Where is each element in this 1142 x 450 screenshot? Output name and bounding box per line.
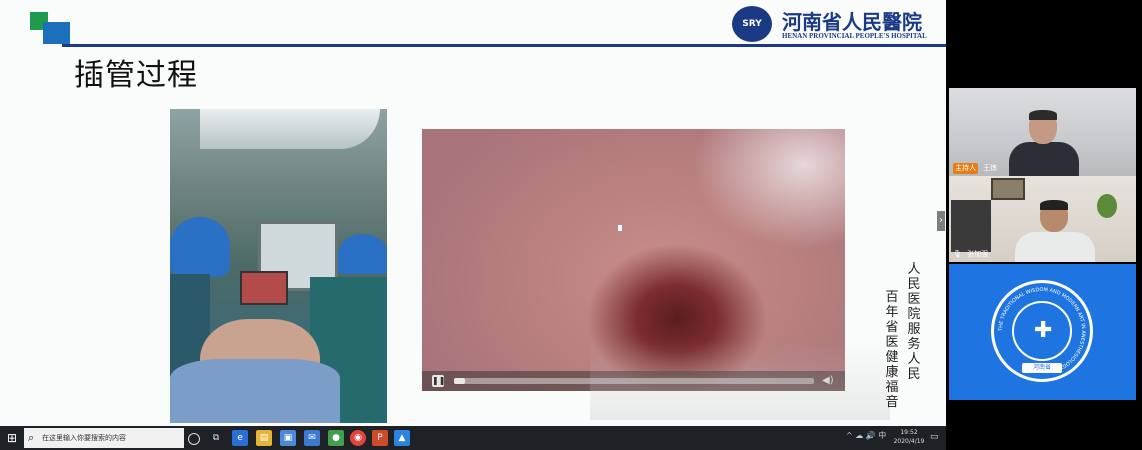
hospital-name-cn: 河南省人民醫院: [782, 10, 922, 34]
plant: [1097, 194, 1117, 218]
mail-icon[interactable]: ✉: [304, 430, 320, 446]
host-label: 主持人 王炼: [953, 163, 997, 174]
clock-date: 2020/4/19: [893, 438, 925, 445]
store-icon[interactable]: ▣: [280, 430, 296, 446]
search-icon: ⌕: [28, 431, 35, 444]
microphone-icon: 🎙: [953, 250, 962, 258]
participant-video: [1015, 200, 1095, 262]
participant-tile-host[interactable]: 主持人 王炼: [949, 88, 1136, 176]
notification-icon[interactable]: ▭: [930, 432, 940, 442]
participant-tile-2[interactable]: 🎙 张加强: [949, 176, 1136, 262]
operating-room-photo: [170, 109, 387, 423]
host-body: [1009, 142, 1079, 176]
participant-name: 张加强: [967, 250, 989, 258]
pause-icon[interactable]: ❚❚: [432, 375, 445, 387]
video-progress-fill: [454, 378, 465, 384]
endoscope-screen: [240, 271, 288, 305]
edge-icon[interactable]: e: [232, 430, 248, 446]
title-underline: [62, 44, 946, 47]
clock-time: 19:52: [900, 429, 918, 436]
poem-column-2: 百年省医健康福音: [885, 290, 899, 410]
background-sketch: [590, 340, 890, 420]
patient-blanket: [170, 359, 340, 423]
logo-square-blue: [43, 22, 70, 44]
host-badge: 主持人: [953, 163, 978, 174]
taskbar-search-box[interactable]: ⌕ 在这里输入你要搜索的内容: [24, 428, 184, 448]
video-highlight: [692, 129, 845, 249]
participant-body: [1015, 232, 1095, 262]
host-name: 王炼: [983, 164, 998, 172]
panel-collapse-arrow-icon[interactable]: ›: [937, 211, 945, 231]
doctor-cap-right: [338, 234, 387, 274]
doctor-cap-left: [170, 217, 230, 277]
society-emblem: THE TRADITIONAL WISDOM AND MODERN ART IN…: [991, 280, 1093, 382]
meeting-app-icon[interactable]: ▲: [394, 430, 410, 446]
hospital-emblem-icon: SRY: [732, 6, 772, 42]
poem-column-1: 人民医院服务人民: [907, 262, 921, 382]
medical-cross-icon: ✚: [1034, 318, 1053, 343]
file-explorer-icon[interactable]: ▤: [256, 430, 272, 446]
system-tray[interactable]: ^ ☁ 🔊 中: [846, 430, 886, 441]
chrome-icon[interactable]: ◉: [350, 430, 366, 446]
hospital-name-en: HENAN PROVINCIAL PEOPLE'S HOSPITAL: [782, 32, 927, 40]
participant-panel: 主持人 王炼 🎙 张加强 THE TRADITIONAL WISDOM AND …: [946, 0, 1142, 450]
slide-title: 插管过程: [74, 58, 198, 93]
hospital-logo: SRY 河南省人民醫院 HENAN PROVINCIAL PEOPLE'S HO…: [732, 4, 946, 44]
windows-taskbar: ⊞ ⌕ 在这里输入你要搜索的内容 ⧉ e ▤ ▣ ✉ ● ◉ P ▲ ^ ☁ 🔊…: [0, 426, 946, 450]
surgical-lamp: [200, 109, 380, 149]
search-placeholder: 在这里输入你要搜索的内容: [42, 434, 126, 442]
wall-picture: [991, 178, 1025, 200]
bookshelf: [951, 200, 991, 252]
emblem-banner: 河南省: [1022, 363, 1062, 373]
task-view-icon[interactable]: ⧉: [208, 430, 224, 446]
emblem-inner-circle: ✚: [1012, 301, 1072, 361]
cortana-icon[interactable]: [188, 433, 200, 445]
participant-tile-emblem[interactable]: THE TRADITIONAL WISDOM AND MODERN ART IN…: [949, 264, 1136, 400]
host-video: [1009, 110, 1079, 176]
participant-hair: [1040, 200, 1068, 210]
app-green-icon[interactable]: ●: [328, 430, 344, 446]
clock[interactable]: 19:52 2020/4/19: [890, 428, 928, 446]
participant-label: 🎙 张加强: [953, 249, 988, 260]
windows-start-icon[interactable]: ⊞: [4, 430, 20, 446]
powerpoint-icon[interactable]: P: [372, 430, 388, 446]
host-hair: [1029, 110, 1057, 120]
mouse-cursor: [618, 225, 622, 231]
presentation-slide: 插管过程 SRY 河南省人民醫院 HENAN PROVINCIAL PEOPLE…: [0, 0, 946, 426]
